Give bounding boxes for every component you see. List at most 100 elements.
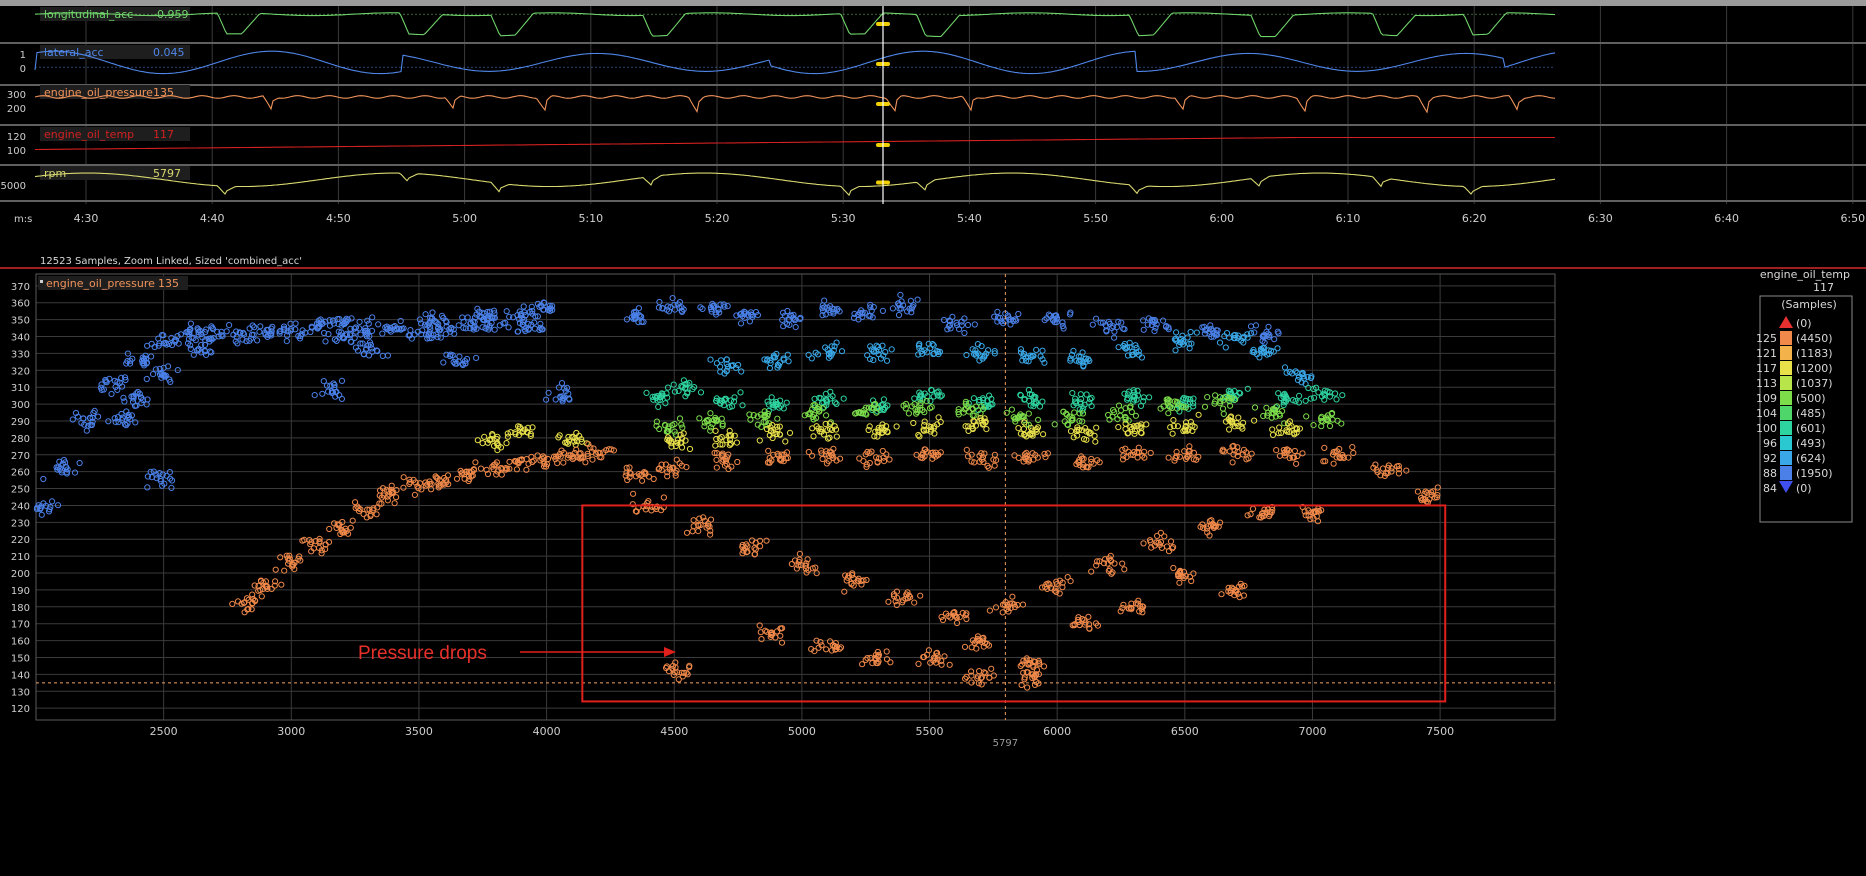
time-tick-label: 6:00	[1209, 212, 1234, 225]
y-tick-label: 330	[11, 349, 30, 360]
channel-y-tick: 1	[20, 50, 26, 61]
legend-level-label: 121	[1756, 347, 1777, 360]
legend-swatch	[1780, 451, 1792, 465]
channel-value-label: 0.045	[153, 46, 185, 59]
legend-count-label: (1950)	[1796, 467, 1833, 480]
y-tick-label: 200	[11, 569, 30, 580]
legend-count-label: (0)	[1796, 317, 1812, 330]
legend-swatch	[1780, 361, 1792, 375]
legend-count-label: (493)	[1796, 437, 1826, 450]
x-tick-label: 5500	[916, 725, 944, 738]
time-tick-label: 4:30	[74, 212, 99, 225]
channel-y-tick: 5000	[1, 181, 26, 192]
x-tick-label: 4000	[533, 725, 561, 738]
scatter-plot-panel: 120 130 140 150 160 170 180 190 200 210 220 230 240 2…	[0, 270, 1866, 876]
channel-value-label: 117	[153, 128, 174, 141]
legend-level-label: 109	[1756, 392, 1777, 405]
legend-swatch	[1780, 376, 1792, 390]
x-tick-label: 5000	[788, 725, 816, 738]
x-tick-label: 2500	[150, 725, 178, 738]
legend-level-label: 84	[1763, 482, 1777, 495]
legend-level-label: 117	[1756, 362, 1777, 375]
y-tick-label: 170	[11, 620, 30, 631]
x-tick-label: 4500	[660, 725, 688, 738]
time-tick-label: 5:00	[452, 212, 477, 225]
color-legend: engine_oil_temp117(Samples)(0)125 (4450)1…	[1756, 270, 1853, 523]
time-tick-label: 4:50	[326, 212, 351, 225]
scatter-channel-bullet	[40, 280, 43, 283]
legend-swatch	[1780, 331, 1792, 345]
legend-current-value: 117	[1813, 281, 1834, 294]
y-tick-label: 370	[11, 282, 30, 293]
x-tick-label: 7500	[1426, 725, 1454, 738]
time-tick-label: 6:30	[1588, 212, 1613, 225]
time-panel-top-bar	[0, 0, 1866, 6]
channel-y-tick: 300	[7, 90, 26, 101]
legend-count-label: (485)	[1796, 407, 1826, 420]
legend-count-label: (4450)	[1796, 332, 1833, 345]
y-tick-label: 120	[11, 704, 30, 715]
legend-count-label: (601)	[1796, 422, 1826, 435]
time-tick-label: 5:20	[705, 212, 730, 225]
scatter-channel-value: 135	[158, 277, 179, 290]
y-tick-label: 150	[11, 653, 30, 664]
y-tick-label: 130	[11, 687, 30, 698]
y-tick-label: 280	[11, 434, 30, 445]
y-tick-label: 180	[11, 603, 30, 614]
legend-level-label: 100	[1756, 422, 1777, 435]
y-tick-label: 220	[11, 535, 30, 546]
legend-level-label: 92	[1763, 452, 1777, 465]
legend-count-label: (500)	[1796, 392, 1826, 405]
time-tick-label: 4:40	[200, 212, 225, 225]
y-tick-label: 250	[11, 485, 30, 496]
legend-level-label: 88	[1763, 467, 1777, 480]
time-tick-label: 5:30	[831, 212, 856, 225]
time-unit-label: m:s	[14, 214, 32, 225]
legend-level-label: 104	[1756, 407, 1777, 420]
legend-swatch	[1780, 436, 1792, 450]
legend-swatch	[1780, 346, 1792, 360]
legend-count-label: (624)	[1796, 452, 1826, 465]
channel-y-tick: 100	[7, 146, 26, 157]
legend-count-label: (1183)	[1796, 347, 1833, 360]
y-tick-label: 310	[11, 383, 30, 394]
legend-count-label: (0)	[1796, 482, 1812, 495]
y-tick-label: 190	[11, 586, 30, 597]
y-tick-label: 160	[11, 637, 30, 648]
time-tick-label: 6:20	[1462, 212, 1487, 225]
time-tick-label: 5:40	[957, 212, 982, 225]
time-tick-label: 6:50	[1840, 212, 1865, 225]
legend-swatch	[1780, 421, 1792, 435]
time-tick-label: 6:10	[1336, 212, 1361, 225]
scatter-channel-name: engine_oil_pressure	[46, 277, 155, 290]
legend-level-label: 113	[1756, 377, 1777, 390]
channel-y-tick: 120	[7, 132, 26, 143]
y-tick-label: 230	[11, 518, 30, 529]
y-tick-label: 290	[11, 417, 30, 428]
time-panel-background	[0, 0, 1866, 270]
legend-swatch	[1780, 466, 1792, 480]
time-tick-label: 5:10	[578, 212, 603, 225]
legend-swatch	[1780, 406, 1792, 420]
y-tick-label: 340	[11, 333, 30, 344]
legend-swatch	[1780, 391, 1792, 405]
x-tick-label: 7000	[1298, 725, 1326, 738]
x-tick-label: 3000	[277, 725, 305, 738]
legend-title: engine_oil_temp	[1760, 270, 1850, 281]
channel-value-label: 5797	[153, 167, 181, 180]
x-tick-label: 6500	[1171, 725, 1199, 738]
x-tick-label: 6000	[1043, 725, 1071, 738]
scatter-header-text: 12523 Samples, Zoom Linked, Sized 'combi…	[40, 256, 302, 267]
y-tick-label: 210	[11, 552, 30, 563]
legend-level-label: 96	[1763, 437, 1777, 450]
time-series-panel: 4:30 4:40 4:50 5:00 5:10 5:20 5:30 5:40 5:50 6:00…	[0, 0, 1866, 270]
y-tick-label: 260	[11, 468, 30, 479]
y-tick-label: 360	[11, 299, 30, 310]
legend-level-label: 125	[1756, 332, 1777, 345]
y-tick-label: 320	[11, 366, 30, 377]
legend-count-label: (1200)	[1796, 362, 1833, 375]
channel-name-label: engine_oil_temp	[44, 128, 134, 141]
x-tick-label: 3500	[405, 725, 433, 738]
legend-header: (Samples)	[1781, 298, 1837, 311]
annotation-text: Pressure drops	[358, 643, 487, 664]
